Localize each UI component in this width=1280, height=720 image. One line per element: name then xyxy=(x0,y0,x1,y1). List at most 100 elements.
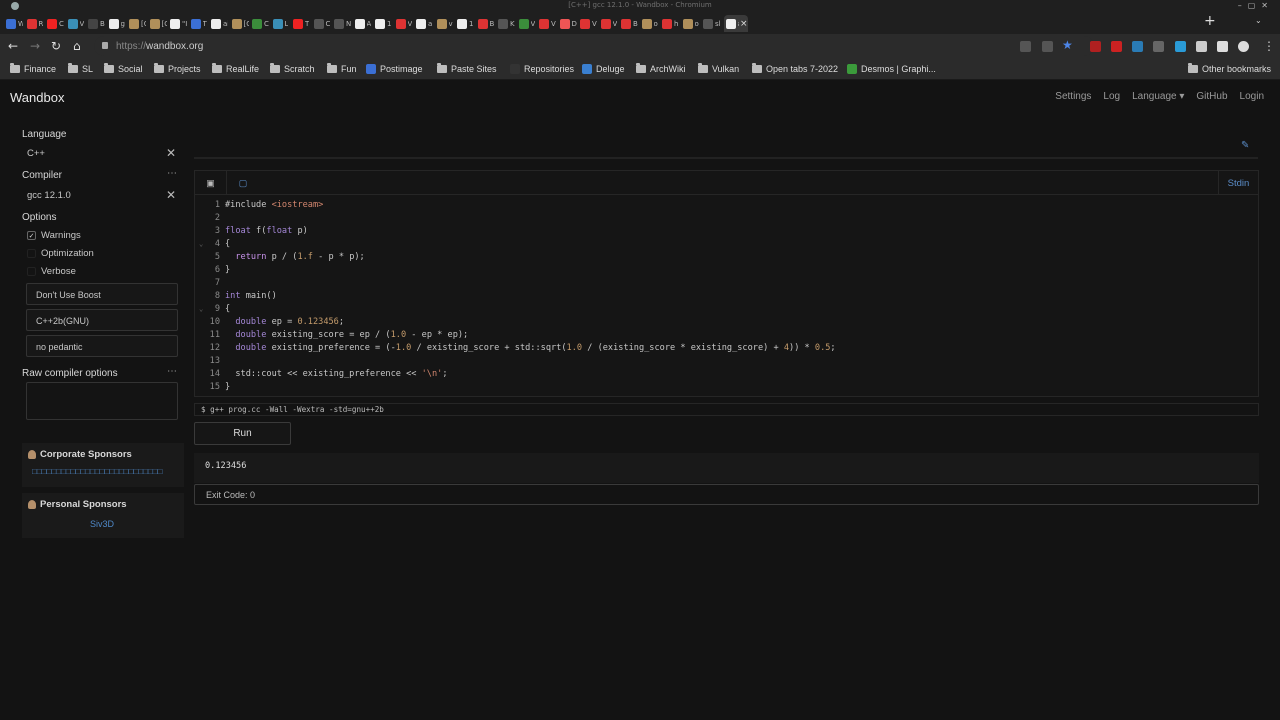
browser-tab[interactable]: C xyxy=(45,15,64,32)
browser-tab[interactable]: B xyxy=(619,15,638,32)
new-tab-button[interactable]: + xyxy=(1204,14,1216,28)
browser-tab[interactable]: R xyxy=(25,15,44,32)
extension-blue-icon[interactable] xyxy=(1175,41,1186,52)
raw-options-more-icon[interactable]: ⋯ xyxy=(167,366,177,377)
stdin-tab[interactable]: Stdin xyxy=(1218,171,1258,195)
extensions-puzzle-icon[interactable] xyxy=(1196,41,1207,52)
browser-tab[interactable]: T xyxy=(189,15,208,32)
clear-compiler-icon[interactable]: ✕ xyxy=(166,189,176,201)
nav-settings[interactable]: Settings xyxy=(1055,91,1091,102)
browser-tab[interactable]: v xyxy=(435,15,454,32)
personal-sponsor-link[interactable]: Siv3D xyxy=(90,519,114,529)
browser-tab[interactable]: V xyxy=(599,15,618,32)
browser-tab[interactable]: V xyxy=(394,15,413,32)
other-bookmarks[interactable]: Other bookmarks xyxy=(1188,63,1271,74)
add-file-tab[interactable]: ▢ xyxy=(227,171,259,195)
close-tab-icon[interactable]: × xyxy=(740,19,748,29)
bookmark-desmos-graphi[interactable]: Desmos | Graphi... xyxy=(847,64,936,74)
browser-tab[interactable]: 1 xyxy=(373,15,392,32)
reload-icon[interactable]: ↻ xyxy=(51,39,61,53)
bookmark-repositories[interactable]: Repositories xyxy=(510,64,574,74)
browser-tab[interactable]: o xyxy=(681,15,700,32)
extension-m-icon[interactable] xyxy=(1132,41,1143,52)
address-bar[interactable]: https://wandbox.org xyxy=(94,36,1094,56)
nav-github[interactable]: GitHub xyxy=(1196,91,1227,102)
compiler-more-icon[interactable]: ⋯ xyxy=(167,168,177,179)
forward-icon[interactable]: → xyxy=(30,39,40,53)
bookmark-fun[interactable]: Fun xyxy=(327,63,357,74)
profile-avatar-icon[interactable] xyxy=(1238,41,1249,52)
bookmark-scratch[interactable]: Scratch xyxy=(270,63,315,74)
browser-tab[interactable]: a xyxy=(414,15,433,32)
run-button[interactable]: Run xyxy=(194,422,291,445)
bookmark-vulkan[interactable]: Vulkan xyxy=(698,63,739,74)
extension-glasses-icon[interactable] xyxy=(1153,41,1164,52)
code-area[interactable]: 1 #include <iostream> 2 3 float f(float p) 4 ⌄… xyxy=(195,199,1258,394)
boost-select[interactable]: Don't Use Boost xyxy=(26,283,178,305)
raw-options-textarea[interactable] xyxy=(26,382,178,420)
bookmark-social[interactable]: Social xyxy=(104,63,143,74)
browser-tab[interactable]: B xyxy=(476,15,495,32)
nav-language-dropdown[interactable]: Language ▾ xyxy=(1132,91,1184,102)
corporate-sponsor-link[interactable]: □□□□□□□□□□□□□□□□□□□□□□□□□□□ xyxy=(32,467,162,476)
fold-chevron-icon[interactable]: ⌄ xyxy=(199,238,203,251)
window-controls[interactable]: –▢✕ xyxy=(1238,1,1274,10)
bookmark-star-icon[interactable]: ★ xyxy=(1062,38,1073,52)
browser-tab[interactable]: sl xyxy=(701,15,720,32)
browser-tab[interactable]: ai xyxy=(209,15,228,32)
bookmark-finance[interactable]: Finance xyxy=(10,63,56,74)
optimization-checkbox[interactable]: Optimization xyxy=(27,248,94,259)
nav-login[interactable]: Login xyxy=(1240,91,1264,102)
eye-off-icon[interactable] xyxy=(1020,41,1031,52)
browser-tab[interactable]: [C xyxy=(148,15,167,32)
ublock-icon[interactable] xyxy=(1090,41,1101,52)
browser-tab[interactable]: a× xyxy=(723,15,748,32)
browser-tab[interactable]: C xyxy=(312,15,331,32)
browser-tab[interactable]: C xyxy=(250,15,269,32)
browser-tab[interactable]: V xyxy=(578,15,597,32)
browser-tab[interactable]: V xyxy=(66,15,85,32)
browser-tab[interactable]: h xyxy=(660,15,679,32)
bookmark-paste-sites[interactable]: Paste Sites xyxy=(437,63,497,74)
file-tab-main[interactable]: ▣ xyxy=(195,171,227,195)
browser-tab[interactable]: g xyxy=(107,15,126,32)
bookmark-archwiki[interactable]: ArchWiki xyxy=(636,63,686,74)
compiler-value[interactable]: gcc 12.1.0 xyxy=(27,190,71,201)
browser-tab[interactable]: D xyxy=(558,15,577,32)
extension-icon[interactable] xyxy=(1111,41,1122,52)
browser-tab[interactable]: T xyxy=(291,15,310,32)
warnings-checkbox[interactable]: ✓ Warnings xyxy=(27,230,81,241)
back-icon[interactable]: ← xyxy=(8,39,18,53)
language-value[interactable]: C++ xyxy=(27,148,45,159)
browser-tab[interactable]: o xyxy=(640,15,659,32)
verbose-checkbox[interactable]: Verbose xyxy=(27,266,76,277)
side-panel-icon[interactable] xyxy=(1217,41,1228,52)
browser-tab[interactable]: B xyxy=(86,15,105,32)
browser-tab[interactable]: N xyxy=(332,15,351,32)
fold-chevron-icon[interactable]: ⌄ xyxy=(199,303,203,316)
browser-tab[interactable]: 1 xyxy=(455,15,474,32)
browser-tab[interactable]: "I xyxy=(168,15,187,32)
bookmark-deluge[interactable]: Deluge xyxy=(582,64,625,74)
tab-search-icon[interactable]: ⌄ xyxy=(1255,16,1262,25)
clear-language-icon[interactable]: ✕ xyxy=(166,147,176,159)
bookmark-sl[interactable]: SL xyxy=(68,63,93,74)
browser-tab[interactable]: K xyxy=(496,15,515,32)
share-icon[interactable] xyxy=(1042,41,1053,52)
browser-tab[interactable]: L xyxy=(271,15,290,32)
bookmark-open-tabs-7-2022[interactable]: Open tabs 7-2022 xyxy=(752,63,838,74)
nav-log[interactable]: Log xyxy=(1103,91,1120,102)
bookmark-postimage[interactable]: Postimage xyxy=(366,64,423,74)
browser-tab[interactable]: V xyxy=(537,15,556,32)
bookmark-reallife[interactable]: RealLife xyxy=(212,63,259,74)
brand-logo[interactable]: Wandbox xyxy=(10,90,64,105)
browser-tab[interactable]: V xyxy=(517,15,536,32)
browser-menu-icon[interactable]: ⋮ xyxy=(1263,39,1275,53)
edit-title-pencil-icon[interactable]: ✎ xyxy=(1241,140,1249,151)
browser-tab[interactable]: [C xyxy=(127,15,146,32)
browser-tab[interactable]: A xyxy=(353,15,372,32)
pedantic-select[interactable]: no pedantic xyxy=(26,335,178,357)
std-select[interactable]: C++2b(GNU) xyxy=(26,309,178,331)
browser-tab[interactable]: [C xyxy=(230,15,249,32)
browser-tab[interactable]: W xyxy=(4,15,23,32)
